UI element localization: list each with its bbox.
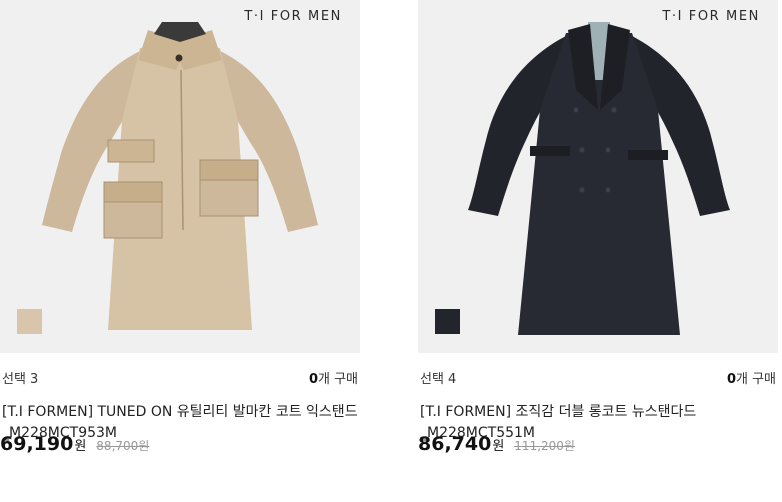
- currency-unit: 원: [74, 439, 87, 454]
- original-price: 111,200원: [514, 439, 575, 453]
- color-swatch-navy[interactable]: [435, 309, 460, 334]
- sale-price: 86,740: [418, 433, 492, 455]
- product-meta: 선택 4 0개 구매: [418, 368, 778, 388]
- navy-coat-illustration: [468, 22, 730, 335]
- purchase-count-suffix: 개 구매: [317, 372, 358, 387]
- brand-logo: T·I FOR MEN: [244, 9, 342, 24]
- price-row: 86,740원 111,200원: [418, 433, 575, 463]
- purchase-count-suffix: 개 구매: [735, 372, 776, 387]
- product-card[interactable]: T·I FOR MEN 선택 4 0개 구매 [T.I FORMEN] 조직감 …: [418, 0, 778, 502]
- purchase-count: 0개 구매: [309, 368, 358, 387]
- brand-logo: T·I FOR MEN: [662, 9, 760, 24]
- price-row: 69,190원 88,700원: [0, 433, 149, 463]
- product-card[interactable]: T·I FOR MEN 선택 3 0개 구매 [T.I FORMEN] TUNE…: [0, 0, 360, 502]
- color-swatch-beige[interactable]: [17, 309, 42, 334]
- product-image[interactable]: T·I FOR MEN: [0, 0, 360, 353]
- beige-coat-illustration: [42, 22, 318, 330]
- purchase-count-number: 0: [726, 372, 736, 387]
- sale-price: 69,190: [0, 433, 74, 455]
- option-label: 선택 4: [420, 372, 457, 387]
- purchase-count: 0개 구매: [727, 368, 776, 387]
- option-label: 선택 3: [2, 372, 39, 387]
- purchase-count-number: 0: [308, 372, 318, 387]
- currency-unit: 원: [492, 439, 505, 454]
- original-price: 88,700원: [96, 439, 150, 453]
- product-meta: 선택 3 0개 구매: [0, 368, 360, 388]
- product-image[interactable]: T·I FOR MEN: [418, 0, 778, 353]
